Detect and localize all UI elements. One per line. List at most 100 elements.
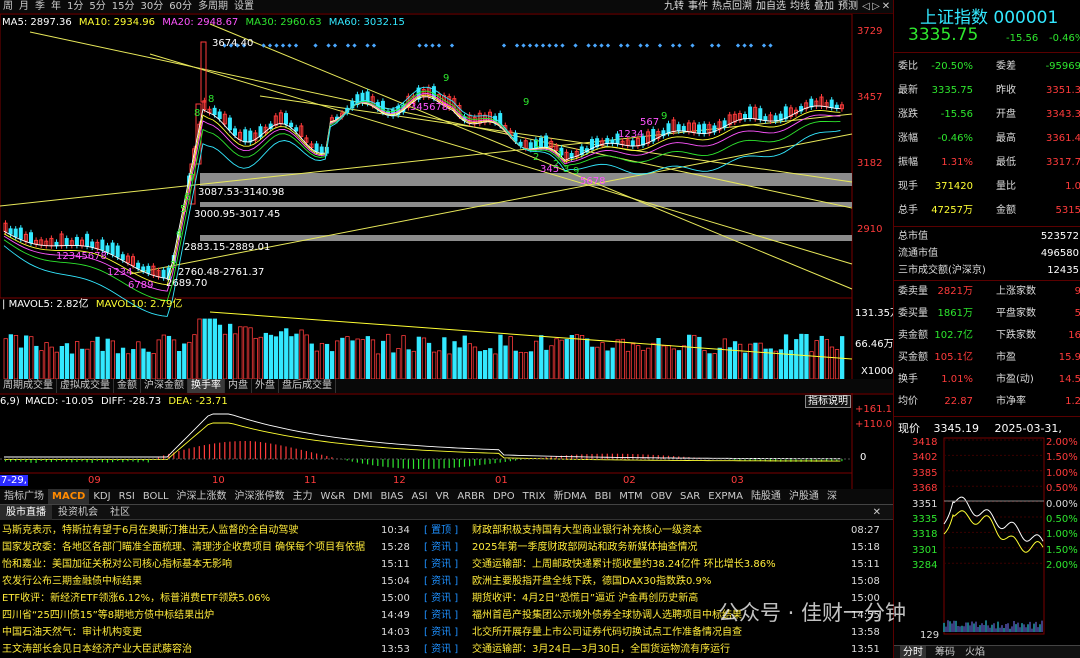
tab-trix[interactable]: TRIX [519, 489, 550, 504]
news-title[interactable]: 国家发改委：各地区各部门瞄准全面梳理、清理涉企收费项目 确保每个项目有依据 [2, 539, 365, 556]
tab-bbi[interactable]: BBI [591, 489, 616, 504]
news-item[interactable]: 四川省“25四川债15”等8期地方债中标结果出炉 14:49 [0, 607, 420, 624]
tab-chips[interactable]: 筹码 [932, 646, 958, 658]
close-icon[interactable]: ✕ [881, 0, 891, 14]
news-title[interactable]: 财政部积极支持国有大型商业银行补充核心一级资本 [472, 522, 702, 539]
news-title[interactable]: 王文涛部长会见日本经济产业大臣武藤容治 [2, 641, 192, 658]
period-15min[interactable]: 15分 [109, 0, 138, 14]
tab-shen[interactable]: 深 [823, 489, 841, 504]
news-title[interactable]: 期货收评：4月2日“恐慌日”逼近 沪金再创历史新高 [472, 590, 698, 607]
tab-lugutong[interactable]: 陆股通 [747, 489, 785, 504]
tab-main-force[interactable]: 主力 [289, 489, 317, 504]
tab-timeshare[interactable]: 分时 [900, 646, 926, 658]
news-item[interactable]: [ 资讯 ] 欧洲主要股指开盘全线下跌，德国DAX30指数跌0.9% 15:08 [420, 573, 893, 590]
news-item[interactable]: 国家发改委：各地区各部门瞄准全面梳理、清理涉企收费项目 确保每个项目有依据 15:… [0, 539, 420, 556]
news-title[interactable]: 农发行公布三期金融债中标结果 [2, 573, 142, 590]
tab-flame[interactable]: 火焰 [962, 646, 988, 658]
news-item[interactable]: 农发行公布三期金融债中标结果 15:04 [0, 573, 420, 590]
period-multi[interactable]: 多周期 [195, 0, 231, 14]
tab-inner[interactable]: 内盘 [225, 379, 252, 393]
mavol10-label: MAVOL10: 2.79亿 [96, 299, 182, 310]
tab-newdma[interactable]: 新DMA [549, 489, 590, 504]
tab-dpo[interactable]: DPO [489, 489, 519, 504]
news-title[interactable]: 中国石油天然气：审计机构变更 [2, 624, 142, 641]
kline-chart-area[interactable]: MA5: 2897.36 MA10: 2934.96 MA20: 2948.67… [0, 14, 893, 514]
period-60min[interactable]: 60分 [166, 0, 195, 14]
events-button[interactable]: 事件 [686, 0, 710, 14]
news-title[interactable]: 欧洲主要股指开盘全线下跌，德国DAX30指数跌0.9% [472, 573, 711, 590]
tab-asi[interactable]: ASI [407, 489, 431, 504]
tab-hs-amount[interactable]: 沪深金额 [141, 379, 188, 393]
news-item[interactable]: 王文涛部长会见日本经济产业大臣武藤容治 13:53 [0, 641, 420, 658]
tab-bias[interactable]: BIAS [376, 489, 407, 504]
volume-bar [142, 349, 146, 379]
forecast-button[interactable]: 预测 [836, 0, 860, 14]
add-watchlist-button[interactable]: 加自选 [754, 0, 788, 14]
tab-virtual-volume[interactable]: 虚拟成交量 [57, 379, 114, 393]
news-title[interactable]: 福州首邑产投集团公示境外债券全球协调人选聘项目中标结果 [472, 607, 742, 624]
tab-live[interactable]: 股市直播 [0, 505, 52, 520]
month-tick: 11 [304, 475, 317, 486]
ma-button[interactable]: 均线 [788, 0, 812, 14]
settings-button[interactable]: 设置 [231, 0, 257, 14]
overlay-button[interactable]: 叠加 [812, 0, 836, 14]
news-item[interactable]: ETF收评：新经济ETF领涨6.12%，标普消费ETF领跌5.06% 15:00 [0, 590, 420, 607]
period-week[interactable]: 周 [0, 0, 16, 14]
news-item[interactable]: [ 资讯 ] 交通运输部：3月24日—3月30日，全国货运物流有序运行 13:51 [420, 641, 893, 658]
tab-community[interactable]: 社区 [104, 505, 136, 520]
tab-expma[interactable]: EXPMA [704, 489, 747, 504]
news-title[interactable]: 交通运输部：上周邮政快递累计揽收量约38.24亿件 环比增长3.86% [472, 556, 776, 573]
news-item[interactable]: [ 置顶 ] 财政部积极支持国有大型商业银行补充核心一级资本 08:27 [420, 522, 893, 539]
tab-vr[interactable]: VR [432, 489, 454, 504]
tab-outer[interactable]: 外盘 [252, 379, 279, 393]
news-item[interactable]: 马斯克表示，特斯拉有望于6月在奥斯汀推出无人监督的全自动驾驶 10:34 [0, 522, 420, 539]
tab-period-volume[interactable]: 周期成交量 [0, 379, 57, 393]
quote-row: 总市值 523572 [894, 228, 1080, 245]
indicator-note-button[interactable]: 指标说明 [805, 395, 851, 408]
news-item[interactable]: [ 资讯 ] 交通运输部：上周邮政快递累计揽收量约38.24亿件 环比增长3.86… [420, 556, 893, 573]
tab-hugutong[interactable]: 沪股通 [785, 489, 823, 504]
tab-obv[interactable]: OBV [647, 489, 676, 504]
news-title[interactable]: 北交所开展存量上市公司证券代码切换试点工作准备情况自查 [472, 624, 742, 641]
candle [228, 118, 231, 130]
next-icon[interactable]: ▷ [871, 0, 881, 14]
tab-turnover[interactable]: 换手率 [188, 379, 225, 393]
hot-review-button[interactable]: 热点回溯 [710, 0, 754, 14]
tab-mtm[interactable]: MTM [615, 489, 646, 504]
news-title[interactable]: 交通运输部：3月24日—3月30日，全国货运物流有序运行 [472, 641, 730, 658]
collapse-icon[interactable]: ✕ [867, 505, 887, 520]
tab-opportunity[interactable]: 投资机会 [52, 505, 104, 520]
news-item[interactable]: 中国石油天然气：审计机构变更 14:03 [0, 624, 420, 641]
tab-macd[interactable]: MACD [48, 489, 89, 504]
period-5min[interactable]: 5分 [86, 0, 108, 14]
tab-rsi[interactable]: RSI [115, 489, 139, 504]
tab-afterhours[interactable]: 盘后成交量 [279, 379, 336, 393]
tab-hs-limitup[interactable]: 沪深涨停数 [231, 489, 289, 504]
period-30min[interactable]: 30分 [137, 0, 166, 14]
tab-indicator-square[interactable]: 指标广场 [0, 489, 48, 504]
tab-wr[interactable]: W&R [317, 489, 350, 504]
period-1min[interactable]: 1分 [64, 0, 86, 14]
prev-icon[interactable]: ◁ [861, 0, 871, 14]
tab-dmi[interactable]: DMI [349, 489, 376, 504]
period-quarter[interactable]: 季 [32, 0, 48, 14]
news-title[interactable]: 怡和嘉业：美国加征关税对公司核心指标基本无影响 [2, 556, 232, 573]
period-year[interactable]: 年 [48, 0, 64, 14]
period-month[interactable]: 月 [16, 0, 32, 14]
volume-tick-2: 66.46万 [855, 339, 894, 350]
news-title[interactable]: ETF收评：新经济ETF领涨6.12%，标普消费ETF领跌5.06% [2, 590, 270, 607]
news-title[interactable]: 2025年第一季度财政部网站和政务新媒体抽查情况 [472, 539, 697, 556]
tab-sar[interactable]: SAR [676, 489, 704, 504]
tab-arbr[interactable]: ARBR [453, 489, 489, 504]
news-item[interactable]: 怡和嘉业：美国加征关税对公司核心指标基本无影响 15:11 [0, 556, 420, 573]
tab-amount[interactable]: 金额 [114, 379, 141, 393]
tab-hs-rise[interactable]: 沪深上涨数 [173, 489, 231, 504]
news-item[interactable]: [ 资讯 ] 2025年第一季度财政部网站和政务新媒体抽查情况 15:18 [420, 539, 893, 556]
tab-kdj[interactable]: KDJ [89, 489, 114, 504]
news-title[interactable]: 马斯克表示，特斯拉有望于6月在奥斯汀推出无人监督的全自动驾驶 [2, 522, 298, 539]
news-title[interactable]: 四川省“25四川债15”等8期地方债中标结果出炉 [2, 607, 214, 624]
news-tabs: 股市直播 投资机会 社区 ✕ [0, 505, 893, 520]
kline-svg[interactable] [0, 14, 893, 489]
nine-turn-button[interactable]: 九转 [662, 0, 686, 14]
tab-boll[interactable]: BOLL [139, 489, 173, 504]
